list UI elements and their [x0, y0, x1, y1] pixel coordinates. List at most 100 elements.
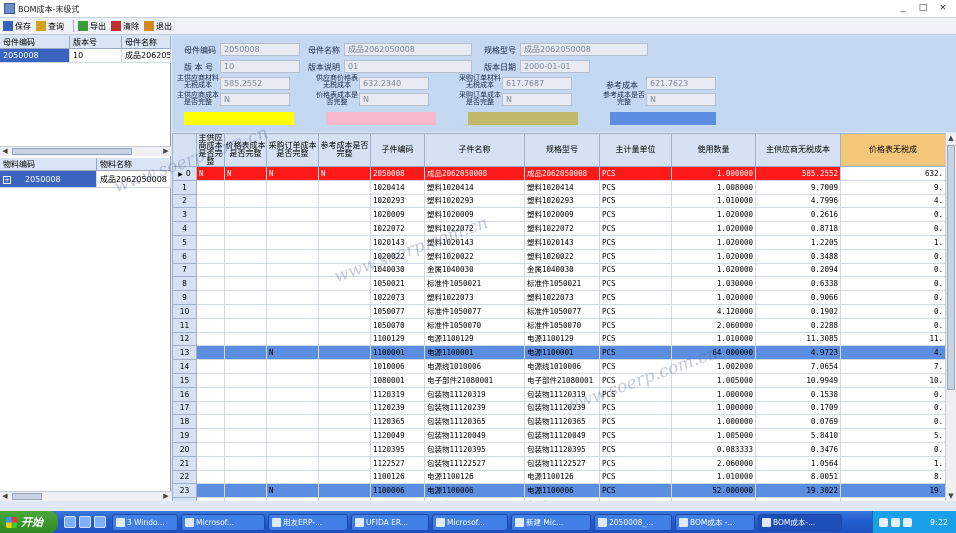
- grid-cell[interactable]: 0.: [840, 400, 945, 416]
- grid-cell[interactable]: [266, 234, 319, 250]
- grid-cell[interactable]: 2.060000: [671, 455, 756, 471]
- grid-cell[interactable]: 17.: [840, 497, 945, 501]
- grid-cell[interactable]: [196, 234, 225, 250]
- expand-icon[interactable]: +: [3, 176, 11, 184]
- grid-cell[interactable]: 0.: [840, 262, 945, 278]
- row-number[interactable]: 20: [172, 441, 197, 457]
- grid-cell[interactable]: 标准件1050077: [424, 303, 525, 319]
- grid-cell[interactable]: PCS: [599, 386, 672, 402]
- grid-cell[interactable]: [224, 290, 267, 305]
- grid-cell[interactable]: [196, 441, 225, 457]
- grid-cell[interactable]: 塑料1022072: [524, 221, 600, 236]
- grid-cell[interactable]: PCS: [599, 469, 672, 485]
- grid-cell[interactable]: 1.000000: [671, 400, 756, 416]
- grid-cell[interactable]: 632.: [840, 166, 945, 181]
- grid-cell[interactable]: 电器件1090048: [524, 497, 600, 501]
- parent-code-field[interactable]: 2050008: [220, 43, 300, 56]
- taskbar-task[interactable]: BOM成本-...: [758, 513, 842, 531]
- grid-cell[interactable]: 塑料1020293: [424, 193, 525, 209]
- grid-cell[interactable]: 7.0654: [755, 359, 841, 374]
- network-icon[interactable]: [879, 517, 888, 527]
- grid-cell[interactable]: 0.9066: [755, 290, 841, 305]
- grid-cell[interactable]: [196, 497, 225, 501]
- grid-cell[interactable]: PCS: [599, 441, 672, 457]
- grid-cell[interactable]: 电源1100001: [524, 345, 600, 361]
- grid-cell[interactable]: 1.020000: [671, 234, 756, 250]
- grid-cell[interactable]: [224, 441, 267, 457]
- grid-cell[interactable]: 4.9723: [755, 345, 841, 361]
- row-number[interactable]: 9: [172, 290, 197, 305]
- parent-grid-header[interactable]: 母件名称: [122, 36, 171, 48]
- taskbar-task[interactable]: UFIDA ER...: [351, 513, 429, 531]
- table-row[interactable]: 19 1120049 包装物11120049 包装物11120049 PCS 1.0050…: [172, 428, 945, 443]
- row-number[interactable]: 1: [172, 179, 197, 195]
- grid-cell[interactable]: [318, 193, 371, 209]
- grid-cell[interactable]: [196, 455, 225, 471]
- grid-cell[interactable]: 1.2205: [755, 234, 841, 250]
- row-number[interactable]: 3: [172, 207, 197, 223]
- version-cell[interactable]: 10: [70, 49, 122, 62]
- close-button[interactable]: ×: [934, 2, 952, 15]
- grid-cell[interactable]: PCS: [599, 497, 672, 501]
- grid-cell[interactable]: 电源1100129: [524, 331, 600, 347]
- grid-cell[interactable]: 1122527: [370, 455, 425, 471]
- grid-cell[interactable]: 1.: [840, 455, 945, 471]
- taskbar-task[interactable]: BOM成本 -...: [675, 513, 755, 531]
- grid-cell[interactable]: 1020022: [370, 248, 425, 264]
- grid-cell[interactable]: 塑料1020009: [424, 207, 525, 223]
- grid-cell[interactable]: 1.020000: [671, 290, 756, 305]
- grid-cell[interactable]: [318, 290, 371, 305]
- grid-cell[interactable]: 0.2094: [755, 262, 841, 278]
- grid-cell[interactable]: 1090048: [370, 497, 425, 501]
- clear-button[interactable]: 清除: [111, 21, 139, 32]
- grid-cell[interactable]: 标准件1050070: [524, 317, 600, 333]
- grid-cell[interactable]: 电源1100129: [424, 331, 525, 347]
- grid-cell[interactable]: PCS: [599, 193, 672, 209]
- grid-cell[interactable]: [266, 386, 319, 402]
- ref-complete-field[interactable]: N: [646, 93, 716, 106]
- grid-cell[interactable]: 1.020000: [671, 221, 756, 236]
- grid-cell[interactable]: PCS: [599, 248, 672, 264]
- grid-cell[interactable]: 1050021: [370, 276, 425, 292]
- grid-cell[interactable]: 0.2288: [755, 317, 841, 333]
- grid-cell[interactable]: 10.9949: [755, 372, 841, 388]
- column-header[interactable]: 主供应商无税成本: [755, 133, 841, 167]
- po-complete-field[interactable]: N: [502, 93, 572, 106]
- grid-cell[interactable]: [318, 345, 371, 361]
- grid-cell[interactable]: 1.010000: [671, 469, 756, 485]
- horizontal-scrollbar[interactable]: ◀ ▶: [0, 491, 171, 501]
- grid-cell[interactable]: [224, 193, 267, 209]
- grid-cell[interactable]: 0.: [840, 414, 945, 430]
- table-row[interactable]: 4 1022072 塑料1022072 塑料1022072 PCS 1.020000 0.8…: [172, 221, 945, 236]
- grid-cell[interactable]: 1100006: [370, 483, 425, 499]
- grid-cell[interactable]: 电子部件21080001: [524, 372, 600, 388]
- column-header[interactable]: 价格表成本是否完整: [224, 133, 267, 167]
- scroll-right-icon[interactable]: ▶: [161, 492, 171, 501]
- grid-cell[interactable]: [318, 207, 371, 223]
- export-button[interactable]: 导出: [78, 21, 106, 32]
- grid-cell[interactable]: [196, 207, 225, 223]
- taskbar-task[interactable]: 新建 Mic...: [511, 513, 591, 531]
- table-row[interactable]: 5 1020143 塑料1020143 塑料1020143 PCS 1.020000 1.2…: [172, 234, 945, 250]
- grid-cell[interactable]: 1022073: [370, 290, 425, 305]
- grid-cell[interactable]: 包装物11120049: [524, 428, 600, 443]
- grid-cell[interactable]: 1080001: [370, 372, 425, 388]
- table-row[interactable]: 13 N 1100001 电源1100001 电源1100001 PCS 64.000000…: [172, 345, 945, 361]
- grid-cell[interactable]: 标准件1050021: [524, 276, 600, 292]
- grid-cell[interactable]: 包装物11120239: [424, 400, 525, 416]
- grid-cell[interactable]: PCS: [599, 179, 672, 195]
- grid-cell[interactable]: [196, 386, 225, 402]
- grid-cell[interactable]: 1050070: [370, 317, 425, 333]
- browser-icon[interactable]: [79, 516, 91, 528]
- grid-cell[interactable]: N: [266, 483, 319, 499]
- table-row[interactable]: 10 1050077 标准件1050077 标准件1050077 PCS 4.120000…: [172, 303, 945, 319]
- grid-cell[interactable]: 标准件1050077: [524, 303, 600, 319]
- grid-cell[interactable]: 成品2062050008: [424, 166, 525, 181]
- material-grid-header[interactable]: 物料编码: [0, 158, 97, 170]
- grid-cell[interactable]: [318, 303, 371, 319]
- grid-cell[interactable]: [266, 400, 319, 416]
- grid-cell[interactable]: 电子部件21080001: [424, 372, 525, 388]
- grid-cell[interactable]: N: [318, 166, 371, 181]
- grid-cell[interactable]: [224, 428, 267, 443]
- grid-cell[interactable]: 包装物11120365: [524, 414, 600, 430]
